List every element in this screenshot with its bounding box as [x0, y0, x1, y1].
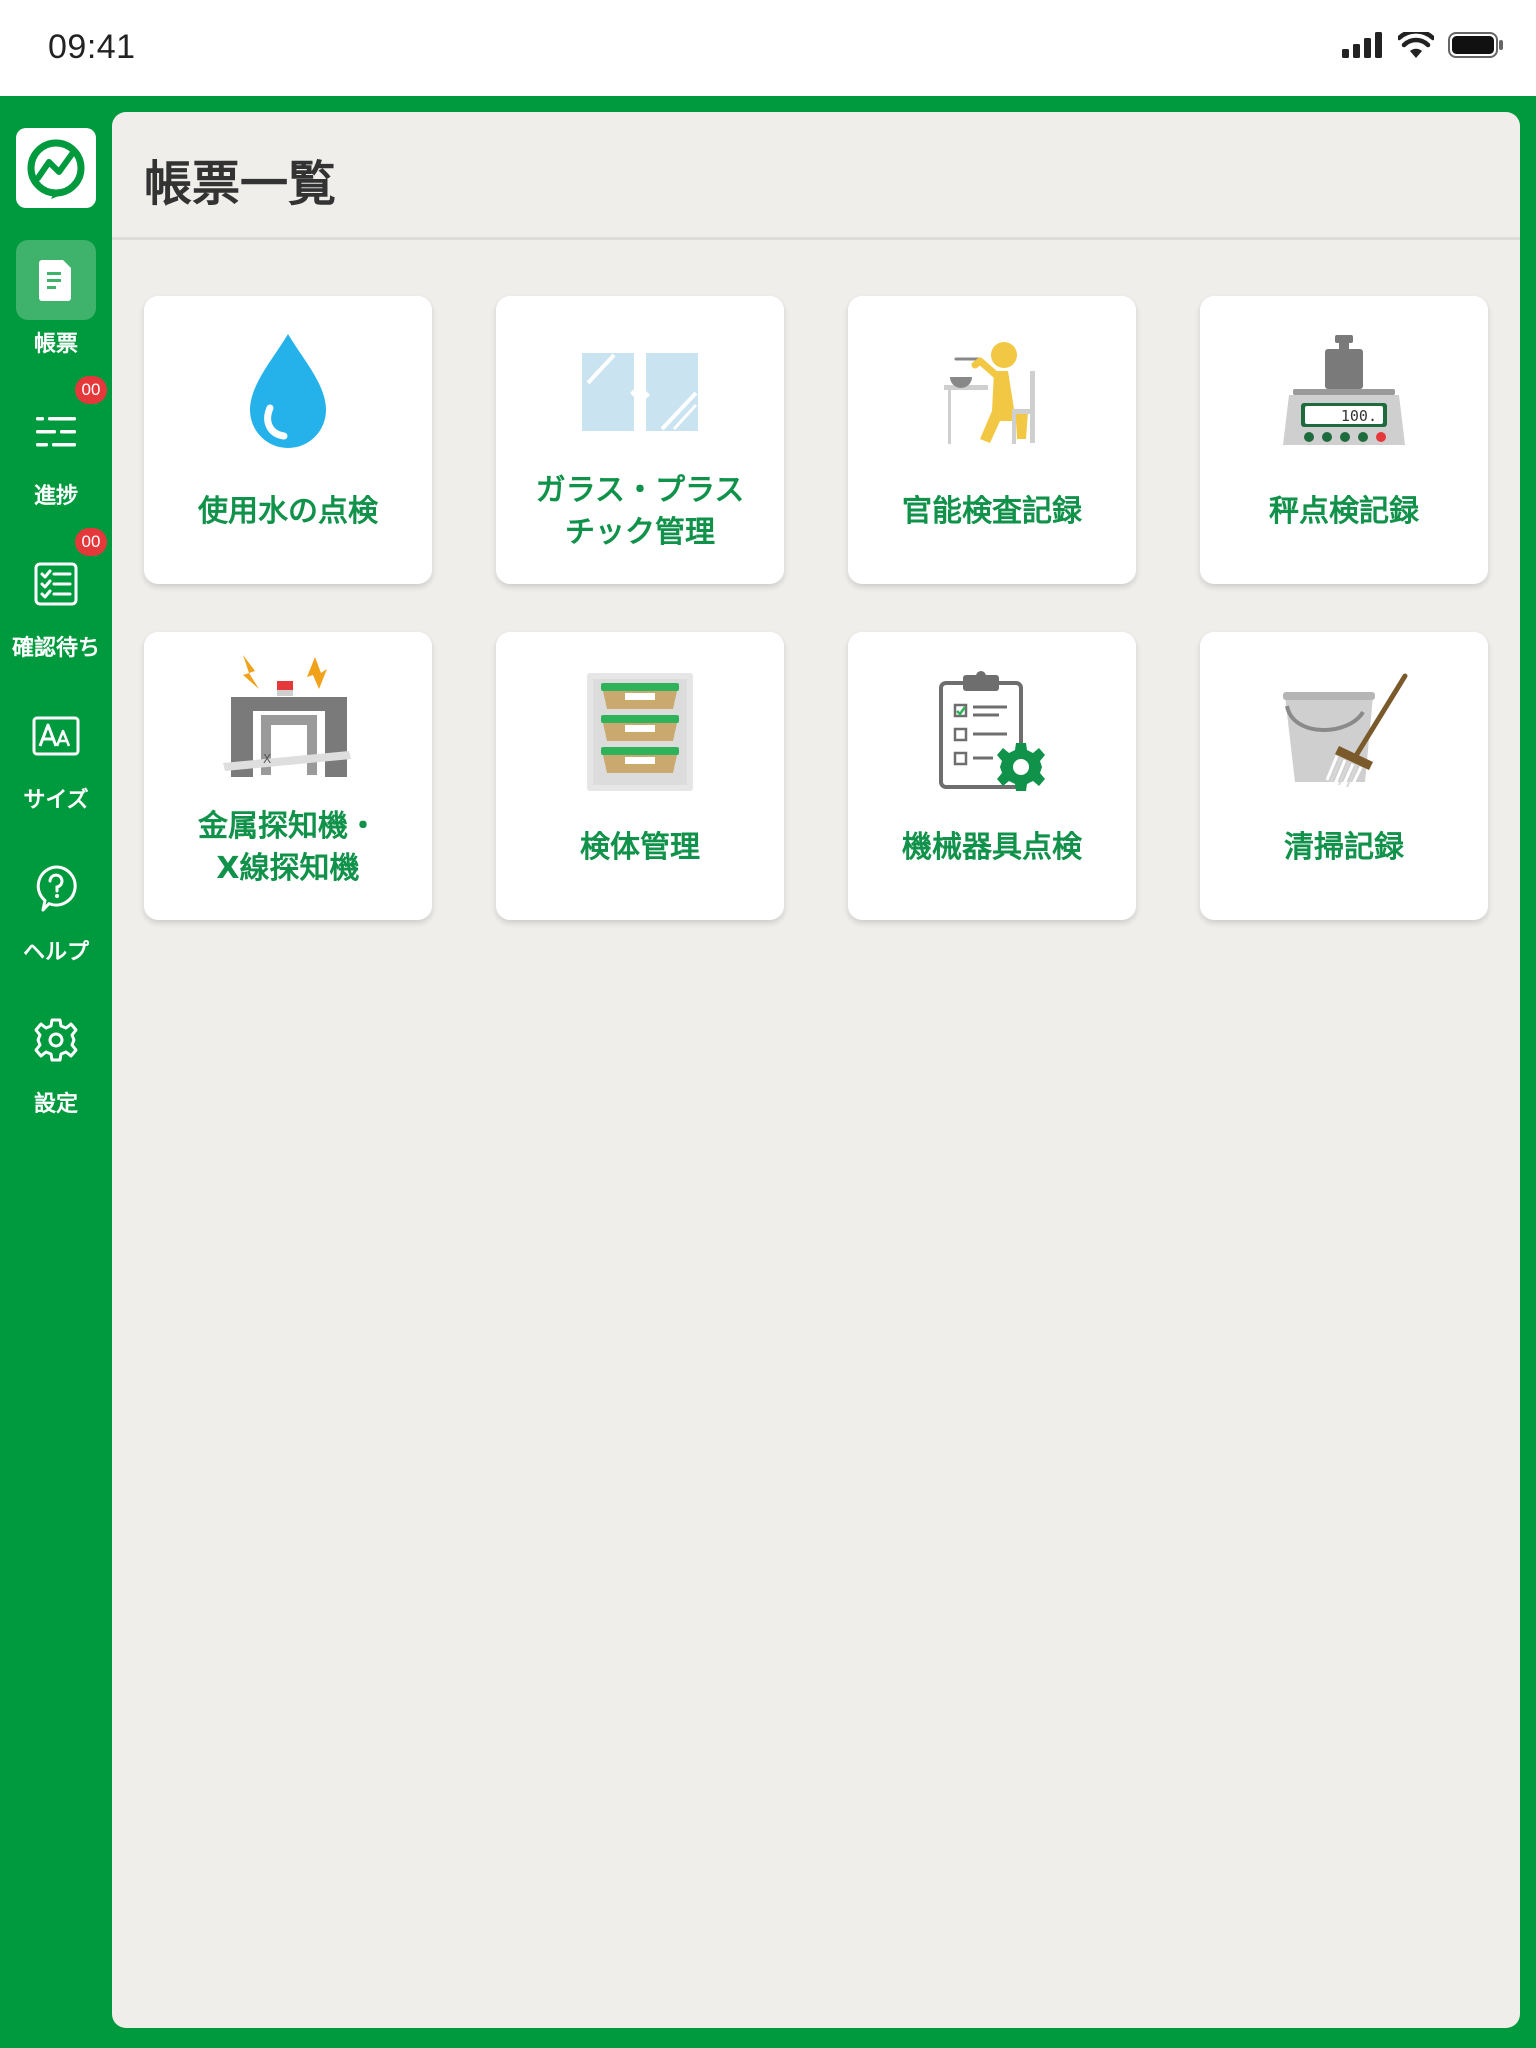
form-card-label: 金属探知機・ X線探知機	[198, 809, 378, 886]
sidebar-item-progress[interactable]: 進捗 00	[0, 376, 112, 516]
sidebar-item-label: サイズ	[23, 788, 89, 813]
form-card-glass-plastic[interactable]: ガラス・プラス チック管理	[496, 296, 784, 584]
page-title: 帳票一覧	[144, 156, 337, 212]
sidebar-item-label: 帳票	[33, 332, 78, 357]
sidebar-item-forms[interactable]: 帳票	[0, 240, 112, 364]
form-card-label: 清掃記録	[1284, 830, 1404, 865]
status-bar: 09:41	[0, 0, 1536, 96]
equipment-checklist-icon	[912, 668, 1072, 796]
form-card-label: 使用水の点検	[198, 494, 378, 529]
svg-text:X: X	[263, 752, 271, 766]
sample-containers-icon	[560, 668, 720, 796]
sidebar-item-label: 確認待ち	[11, 636, 100, 661]
form-card-sensory-inspection[interactable]: 官能検査記録	[848, 296, 1136, 584]
sidebar-item-label: 設定	[33, 1092, 78, 1117]
app-logo	[16, 128, 96, 208]
svg-text:100.: 100.	[1341, 407, 1377, 425]
cellular-signal-icon	[1342, 32, 1384, 62]
form-card-metal-xray-detector[interactable]: X 金属探知機・ X線探知機	[144, 632, 432, 920]
form-card-scale-inspection[interactable]: 100. 秤点検記録	[1200, 296, 1488, 584]
sidebar-item-label: ヘルプ	[22, 940, 89, 965]
panel-header: 帳票一覧	[112, 112, 1520, 240]
battery-icon	[1448, 32, 1504, 62]
form-card-label: ガラス・プラス チック管理	[535, 473, 745, 550]
metal-detector-icon: X	[208, 655, 368, 784]
form-card-sample-management[interactable]: 検体管理	[496, 632, 784, 920]
form-card-label: 機械器具点検	[902, 830, 1082, 865]
weighing-scale-icon: 100.	[1264, 328, 1424, 456]
form-card-cleaning-record[interactable]: 清掃記録	[1200, 632, 1488, 920]
gear-icon	[16, 1000, 96, 1080]
logo-mark-icon	[27, 139, 85, 199]
sidebar-item-pending[interactable]: 確認待ち 00	[0, 528, 112, 668]
help-icon	[16, 848, 96, 928]
font-size-icon	[16, 696, 96, 776]
document-icon	[16, 240, 96, 320]
main-panel: 帳票一覧 使用水の点検 ガラス・プラス チック管理 官能検査記録 100. 秤点…	[112, 112, 1520, 2028]
form-card-water-inspection[interactable]: 使用水の点検	[144, 296, 432, 584]
glass-pane-icon	[560, 328, 720, 456]
app-frame: 帳票 進捗 00 確認待ち 00 サイズ ヘルプ 設定 帳票一覧 使用水の点検 …	[0, 96, 1536, 2048]
form-card-label: 秤点検記録	[1269, 494, 1419, 529]
sidebar: 帳票 進捗 00 確認待ち 00 サイズ ヘルプ 設定	[0, 96, 112, 2048]
form-card-label: 検体管理	[580, 830, 700, 865]
sidebar-item-help[interactable]: ヘルプ	[0, 848, 112, 972]
form-card-equipment-inspection[interactable]: 機械器具点検	[848, 632, 1136, 920]
status-icons	[1342, 29, 1504, 62]
wifi-icon	[1396, 29, 1436, 62]
sidebar-item-label: 進捗	[33, 484, 78, 509]
notification-badge: 00	[75, 528, 107, 556]
form-card-label: 官能検査記録	[902, 494, 1082, 529]
sensory-tasting-icon	[912, 328, 1072, 456]
progress-list-icon	[16, 392, 96, 472]
sidebar-item-size[interactable]: サイズ	[0, 696, 112, 820]
water-drop-icon	[208, 328, 368, 456]
sidebar-item-settings[interactable]: 設定	[0, 1000, 112, 1124]
status-time: 09:41	[48, 28, 136, 66]
checklist-icon	[16, 544, 96, 624]
cleaning-bucket-icon	[1264, 668, 1424, 796]
notification-badge: 00	[75, 376, 107, 404]
